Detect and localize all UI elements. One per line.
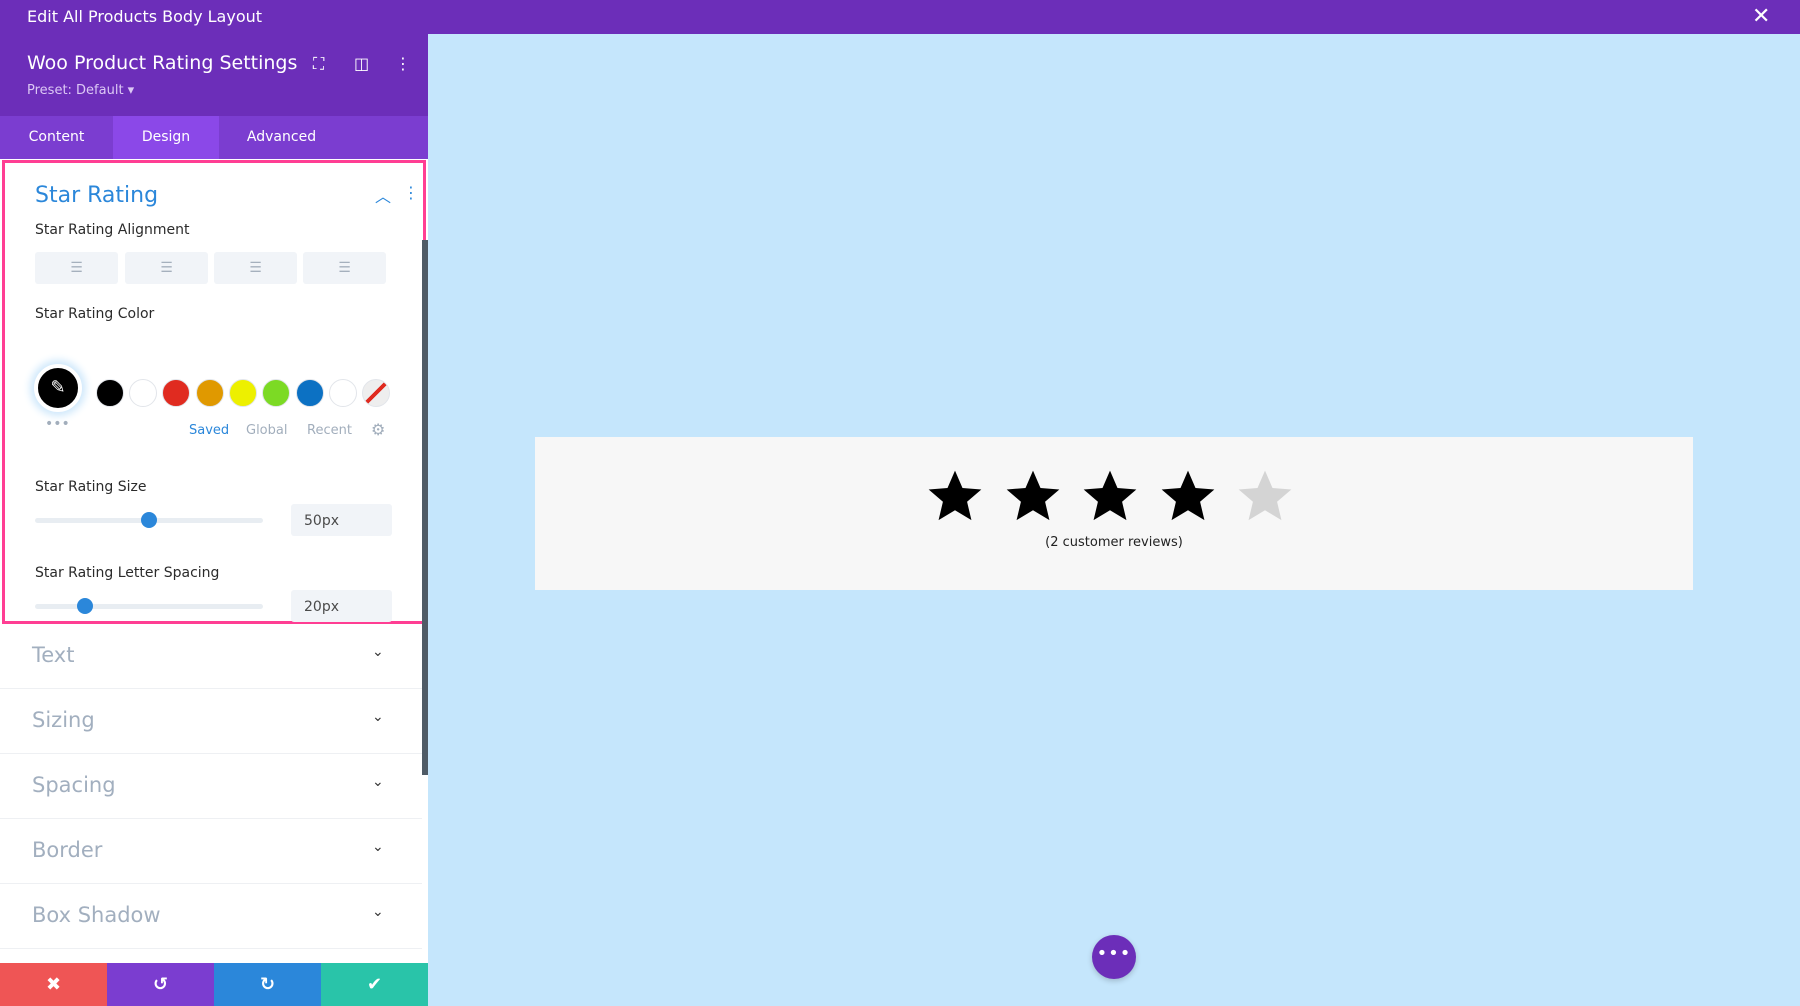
section-label: Sizing [32,708,95,732]
section-label: Box Shadow [32,903,161,927]
settings-panel: Woo Product Rating Settings Preset: Defa… [0,34,428,1006]
align-center-button[interactable]: ☰ [125,252,208,284]
redo-button[interactable]: ↻ [214,963,321,1006]
gear-icon[interactable]: ⚙ [371,420,385,439]
swatch-orange[interactable] [196,379,224,407]
star-filled-icon [928,470,982,521]
section-label: Border [32,838,103,862]
section-label: Text [32,643,75,667]
chevron-down-icon: ⌄ [372,904,384,920]
swatch-green[interactable] [262,379,290,407]
align-left-button[interactable]: ☰ [35,252,118,284]
section-label: Spacing [32,773,116,797]
save-button[interactable]: ✔ [321,963,428,1006]
swatch-blue[interactable] [296,379,324,407]
chevron-down-icon: ⌄ [372,839,384,855]
section-text[interactable]: Text ⌄ [0,624,422,689]
size-slider[interactable] [35,512,263,528]
close-icon[interactable]: ✕ [1752,4,1770,29]
alignment-label: Star Rating Alignment [35,222,190,238]
tab-content[interactable]: Content [0,116,113,159]
swatch-red[interactable] [162,379,190,407]
swatch-none[interactable] [362,379,390,407]
palette-tab-saved[interactable]: Saved [189,423,229,438]
size-label: Star Rating Size [35,479,147,495]
align-justify-button[interactable]: ☰ [303,252,386,284]
preset-dropdown[interactable]: Preset: Default ▾ [27,83,134,98]
chevron-down-icon: ⌄ [372,644,384,660]
expand-icon[interactable]: ⛶ [313,54,324,74]
more-options-icon[interactable]: ⋮ [395,54,411,73]
product-rating-module[interactable]: (2 customer reviews) [535,437,1693,590]
palette-tab-global[interactable]: Global [246,423,287,438]
align-right-button[interactable]: ☰ [214,252,297,284]
settings-tabs: Content Design Advanced [0,116,428,159]
swatch-white[interactable] [129,379,157,407]
chevron-down-icon: ⌄ [372,774,384,790]
title-bar: Edit All Products Body Layout ✕ [0,0,1800,34]
review-count-link[interactable]: (2 customer reviews) [535,535,1693,550]
chevron-down-icon: ⌄ [372,709,384,725]
color-label: Star Rating Color [35,306,155,322]
section-box-shadow[interactable]: Box Shadow ⌄ [0,884,422,949]
page-options-button[interactable]: ••• [1092,935,1136,979]
sidebar-layout-icon[interactable]: ◫ [354,54,369,73]
swatch-white-2[interactable] [329,379,357,407]
eyedropper-icon[interactable]: ✎ [34,364,82,412]
chevron-up-icon[interactable]: ︿ [375,183,391,207]
swatch-black[interactable] [96,379,124,407]
section-sizing[interactable]: Sizing ⌄ [0,689,422,754]
panel-title: Woo Product Rating Settings [27,52,298,74]
letter-spacing-label: Star Rating Letter Spacing [35,565,220,581]
palette-tab-recent[interactable]: Recent [307,423,352,438]
section-title[interactable]: Star Rating [35,183,158,208]
tab-design[interactable]: Design [113,116,219,159]
star-filled-icon [1161,470,1214,521]
section-spacing[interactable]: Spacing ⌄ [0,754,422,819]
swatch-yellow[interactable] [229,379,257,407]
more-dots-icon[interactable]: ••• [45,416,70,432]
action-bar: ✖ ↺ ↻ ✔ [0,963,428,1006]
discard-button[interactable]: ✖ [0,963,107,1006]
undo-button[interactable]: ↺ [107,963,214,1006]
star-filled-icon [1083,470,1137,521]
star-filled-icon [1006,470,1059,521]
star-rating-section: Star Rating ︿ ⋮ Star Rating Alignment ☰ … [2,160,426,624]
letter-spacing-slider[interactable] [35,598,263,614]
scrollbar[interactable] [422,240,428,775]
star-empty-icon [1238,470,1292,521]
section-border[interactable]: Border ⌄ [0,819,422,884]
size-slider-thumb[interactable] [141,512,157,528]
window-title: Edit All Products Body Layout [27,7,263,26]
size-input[interactable]: 50px [291,504,392,536]
section-menu-icon[interactable]: ⋮ [403,183,419,202]
tab-advanced[interactable]: Advanced [219,116,344,159]
letter-spacing-slider-thumb[interactable] [77,598,94,614]
panel-header: Woo Product Rating Settings Preset: Defa… [0,34,428,116]
letter-spacing-input[interactable]: 20px [291,590,392,622]
